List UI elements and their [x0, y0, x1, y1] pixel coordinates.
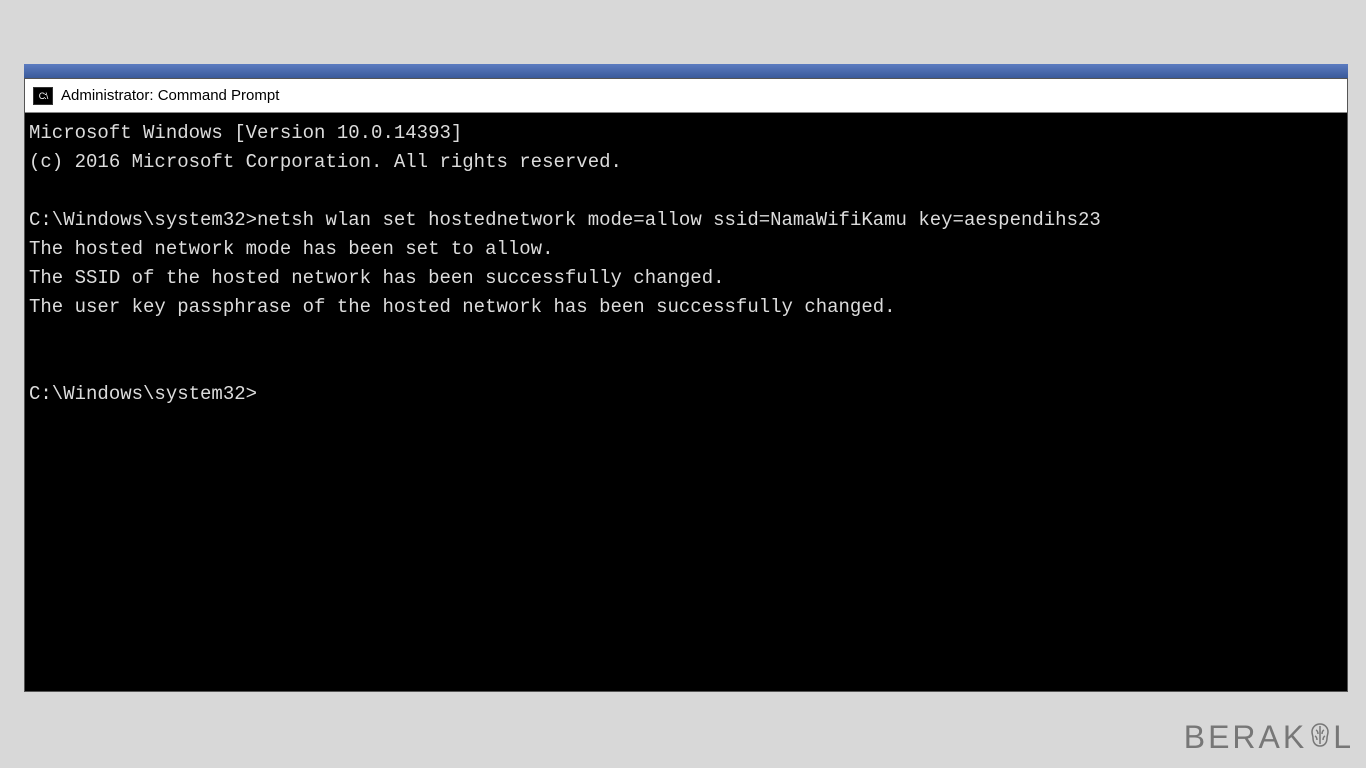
- prompt: C:\Windows\system32>: [29, 383, 257, 405]
- output-line: The user key passphrase of the hosted ne…: [29, 296, 896, 318]
- watermark-text-before: BERAK: [1184, 719, 1307, 755]
- cmd-icon-label: C:\: [39, 91, 48, 101]
- brain-icon: [1307, 721, 1333, 758]
- watermark-text-after: L: [1333, 719, 1354, 755]
- cmd-icon: C:\: [33, 87, 53, 105]
- watermark: BERAK L: [1184, 719, 1354, 758]
- command-input: netsh wlan set hostednetwork mode=allow …: [257, 209, 1101, 231]
- banner-line: Microsoft Windows [Version 10.0.14393]: [29, 122, 462, 144]
- prompt: C:\Windows\system32>: [29, 209, 257, 231]
- console-output[interactable]: Microsoft Windows [Version 10.0.14393] (…: [25, 113, 1347, 691]
- command-prompt-window: C:\ Administrator: Command Prompt Micros…: [24, 78, 1348, 692]
- window-title: Administrator: Command Prompt: [61, 87, 279, 104]
- output-line: The hosted network mode has been set to …: [29, 238, 554, 260]
- titlebar[interactable]: C:\ Administrator: Command Prompt: [25, 79, 1347, 113]
- banner-line: (c) 2016 Microsoft Corporation. All righ…: [29, 151, 622, 173]
- window-chrome-strip: [24, 64, 1348, 78]
- output-line: The SSID of the hosted network has been …: [29, 267, 725, 289]
